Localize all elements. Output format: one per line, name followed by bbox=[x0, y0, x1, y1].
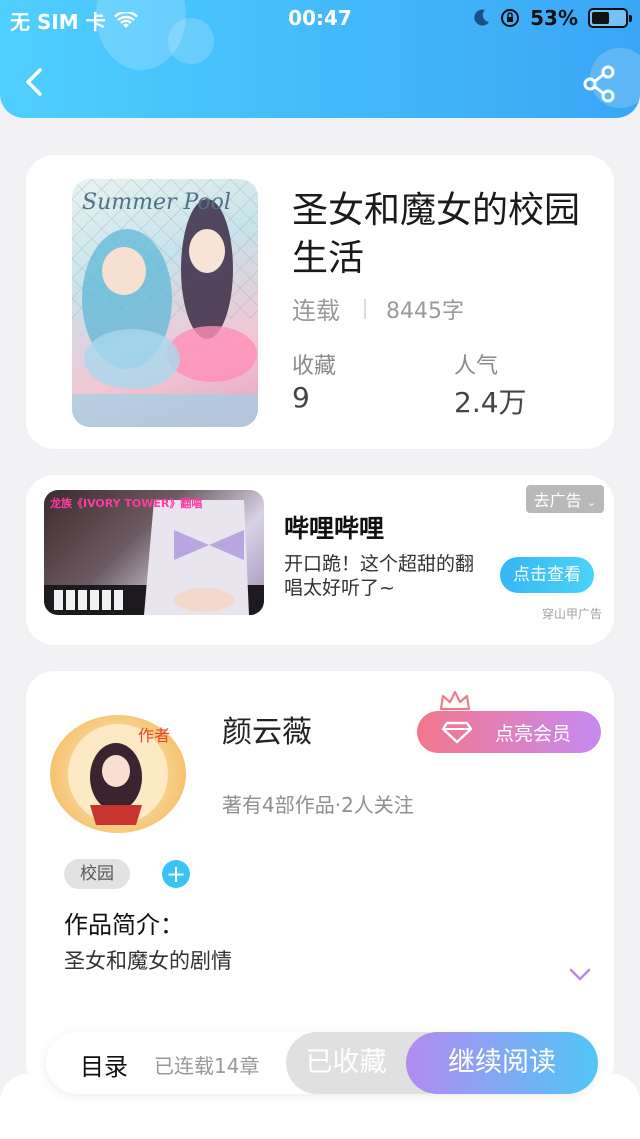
author-name[interactable]: 颜云薇 bbox=[222, 707, 312, 751]
intro-heading: 作品简介： bbox=[64, 911, 184, 939]
vip-button[interactable]: 点亮会员 bbox=[417, 711, 601, 753]
avatar-illustration: 作者 bbox=[68, 724, 170, 825]
favorites-label: 收藏 bbox=[292, 354, 337, 379]
rotation-lock-icon bbox=[501, 9, 520, 27]
ad-image[interactable]: 龙族《IVORY TOWER》翻唱 bbox=[44, 490, 264, 615]
toc-button[interactable]: 目录 bbox=[80, 1047, 128, 1082]
book-cover[interactable]: Summer Pool bbox=[72, 179, 258, 427]
diamond-icon bbox=[441, 721, 473, 744]
author-card: 作者 颜云薇 点亮会员 著有4部作品·2人关注 校园 + 作品简介： 圣女和魔女… bbox=[26, 671, 614, 1091]
ad-description: 开口跪！这个超甜的翻唱太好听了~ bbox=[284, 553, 475, 599]
ad-banner-text: 龙族《IVORY TOWER》翻唱 bbox=[50, 497, 203, 510]
tag-chip[interactable]: 校园 bbox=[64, 859, 130, 889]
chevron-down-icon[interactable] bbox=[568, 967, 592, 983]
battery-percent: 53% bbox=[530, 6, 578, 30]
remove-ad-label: 去广告 bbox=[533, 491, 582, 510]
chevron-down-icon: ⌄ bbox=[586, 496, 596, 509]
divider bbox=[364, 298, 366, 319]
header: 无 SIM 卡 00:47 53% bbox=[0, 0, 640, 118]
popularity-value: 2.4万 bbox=[454, 386, 527, 419]
back-button[interactable] bbox=[18, 62, 54, 102]
ad-source: 穿山甲广告 bbox=[541, 607, 602, 621]
serial-status: 连载 bbox=[292, 297, 340, 325]
intro-text: 圣女和魔女的剧情 bbox=[64, 949, 232, 973]
vip-button-label: 点亮会员 bbox=[494, 722, 571, 745]
battery-icon bbox=[588, 8, 632, 28]
favorited-label: 已收藏 bbox=[305, 1047, 387, 1078]
continue-reading-button[interactable]: 继续阅读 bbox=[406, 1032, 598, 1094]
ad-cta-button[interactable]: 点击查看 bbox=[500, 557, 594, 593]
book-info-card: Summer Pool 圣女和魔女的校园生活 连载 8445字 收藏 9 人气 … bbox=[26, 155, 614, 449]
book-title: 圣女和魔女的校园生活 bbox=[292, 190, 581, 279]
moon-icon bbox=[474, 9, 490, 26]
status-bar: 无 SIM 卡 00:47 53% bbox=[0, 0, 640, 36]
cover-title: Summer Pool bbox=[82, 190, 231, 215]
favorites-value: 9 bbox=[292, 381, 310, 414]
book-meta: 连载 8445字 bbox=[292, 291, 464, 326]
remove-ad-button[interactable]: 去广告 ⌄ bbox=[525, 485, 604, 513]
popularity-label: 人气 bbox=[454, 354, 499, 379]
chevron-left-icon bbox=[26, 68, 42, 96]
ad-title: 哔哩哔哩 bbox=[284, 514, 385, 543]
bottom-action-bar: 目录 已连载14章 已收藏 继续阅读 bbox=[46, 1032, 598, 1094]
chapter-count[interactable]: 已连载14章 bbox=[154, 1050, 259, 1079]
add-tag-button[interactable]: + bbox=[162, 860, 190, 888]
cover-illustration: Summer Pool bbox=[72, 179, 258, 427]
word-count: 8445字 bbox=[386, 298, 464, 324]
ad-card[interactable]: 龙族《IVORY TOWER》翻唱 哔哩哔哩 开口跪！这个超甜的翻唱太好听了~ … bbox=[26, 475, 614, 645]
crown-icon bbox=[439, 690, 471, 711]
share-icon bbox=[583, 65, 615, 103]
author-meta: 著有4部作品·2人关注 bbox=[222, 793, 414, 817]
avatar-badge: 作者 bbox=[138, 726, 170, 745]
author-avatar[interactable]: 作者 bbox=[50, 715, 186, 833]
share-button[interactable] bbox=[582, 64, 618, 104]
